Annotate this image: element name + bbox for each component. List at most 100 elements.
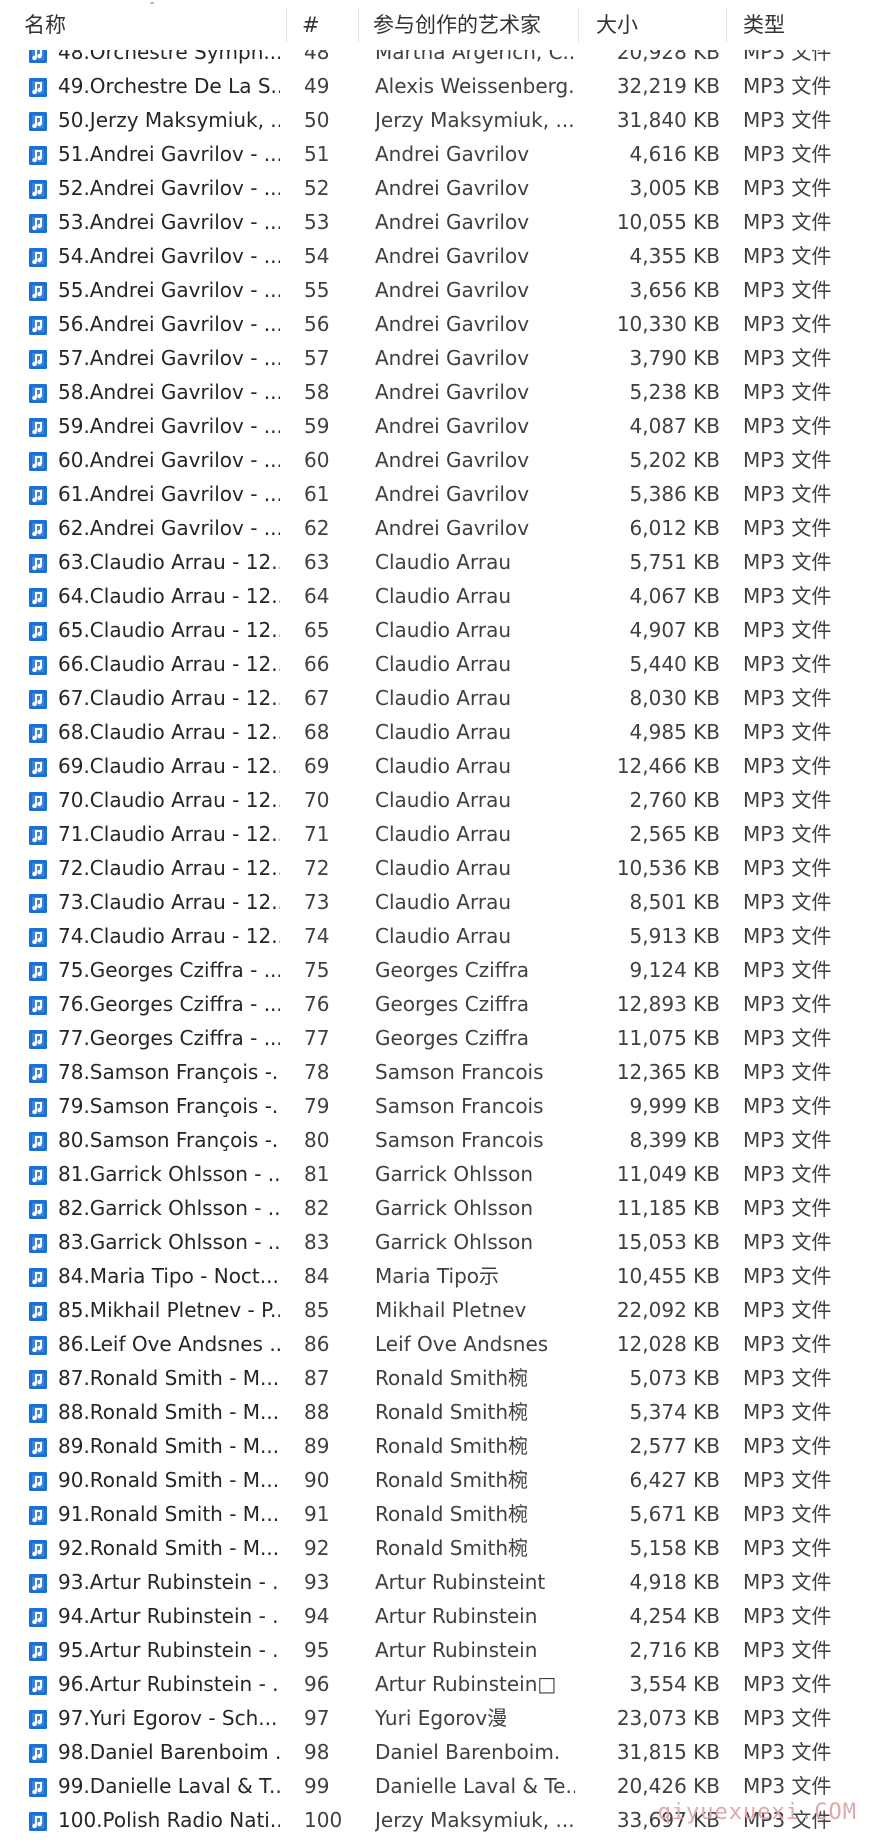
file-name: 56.Andrei Gavrilov - ... bbox=[58, 312, 280, 336]
file-name: 49.Orchestre De La S... bbox=[58, 74, 280, 98]
file-type: MP3 文件 bbox=[743, 924, 832, 948]
track-number: 65 bbox=[304, 618, 330, 642]
file-name: 52.Andrei Gavrilov - ... bbox=[58, 176, 280, 200]
table-row[interactable]: 71.Claudio Arrau - 12... 71 Claudio Arrau 2… bbox=[0, 817, 893, 851]
artist-name: Samson Francois bbox=[375, 1128, 544, 1152]
table-row[interactable]: 51.Andrei Gavrilov - ... 51 Andrei Gavrilo… bbox=[0, 137, 893, 171]
table-row[interactable]: 91.Ronald Smith - M... 91 Ronald Smith椀 5,6… bbox=[0, 1497, 893, 1531]
table-row[interactable]: 78.Samson François -... 78 Samson Francois… bbox=[0, 1055, 893, 1089]
table-row[interactable]: 73.Claudio Arrau - 12... 73 Claudio Arrau 8… bbox=[0, 885, 893, 919]
track-number: 66 bbox=[304, 652, 330, 676]
table-row[interactable]: 80.Samson François -... 80 Samson Francois… bbox=[0, 1123, 893, 1157]
table-row[interactable]: 60.Andrei Gavrilov - ... 60 Andrei Gavrilo… bbox=[0, 443, 893, 477]
table-row[interactable]: 63.Claudio Arrau - 12... 63 Claudio Arrau 5… bbox=[0, 545, 893, 579]
track-number: 92 bbox=[304, 1536, 330, 1560]
table-row[interactable]: 68.Claudio Arrau - 12... 68 Claudio Arrau 4… bbox=[0, 715, 893, 749]
table-row[interactable]: 83.Garrick Ohlsson - ... 83 Garrick Ohlsso… bbox=[0, 1225, 893, 1259]
table-row[interactable]: 77.Georges Cziffra - ... 77 Georges Cziffr… bbox=[0, 1021, 893, 1055]
file-size: 5,374 KB bbox=[629, 1400, 720, 1424]
file-type: MP3 文件 bbox=[743, 278, 832, 302]
table-row[interactable]: 61.Andrei Gavrilov - ... 61 Andrei Gavrilo… bbox=[0, 477, 893, 511]
table-row[interactable]: 87.Ronald Smith - M... 87 Ronald Smith椀 5,0… bbox=[0, 1361, 893, 1395]
file-size: 10,455 KB bbox=[616, 1264, 720, 1288]
track-number: 77 bbox=[304, 1026, 330, 1050]
column-header-type[interactable]: 类型 bbox=[743, 0, 785, 50]
table-row[interactable]: 81.Garrick Ohlsson - ... 81 Garrick Ohlsso… bbox=[0, 1157, 893, 1191]
artist-name: Garrick Ohlsson bbox=[375, 1196, 534, 1220]
column-divider[interactable] bbox=[358, 8, 359, 42]
column-header-name[interactable]: 名称 bbox=[24, 0, 66, 50]
table-row[interactable]: 69.Claudio Arrau - 12... 69 Claudio Arrau 1… bbox=[0, 749, 893, 783]
table-row[interactable]: 86.Leif Ove Andsnes ... 86 Leif Ove Andsne… bbox=[0, 1327, 893, 1361]
file-size: 4,355 KB bbox=[629, 244, 720, 268]
table-row[interactable]: 82.Garrick Ohlsson - ... 82 Garrick Ohlsso… bbox=[0, 1191, 893, 1225]
audio-file-icon bbox=[28, 791, 48, 812]
table-row[interactable]: 76.Georges Cziffra - ... 76 Georges Cziffr… bbox=[0, 987, 893, 1021]
table-row[interactable]: 67.Claudio Arrau - 12... 67 Claudio Arrau 8… bbox=[0, 681, 893, 715]
table-row[interactable]: 92.Ronald Smith - M... 92 Ronald Smith椀 5,1… bbox=[0, 1531, 893, 1565]
artist-name: Artur Rubinstein bbox=[375, 1604, 538, 1628]
table-row[interactable]: 90.Ronald Smith - M... 90 Ronald Smith椀 6,4… bbox=[0, 1463, 893, 1497]
table-row[interactable]: 79.Samson François -... 79 Samson Francois… bbox=[0, 1089, 893, 1123]
table-row[interactable]: 96.Artur Rubinstein - ... 96 Artur Rubinst… bbox=[0, 1667, 893, 1701]
table-row[interactable]: 89.Ronald Smith - M... 89 Ronald Smith椀 2,5… bbox=[0, 1429, 893, 1463]
file-type: MP3 文件 bbox=[743, 142, 832, 166]
audio-file-icon bbox=[28, 1369, 48, 1390]
table-row[interactable]: 70.Claudio Arrau - 12... 70 Claudio Arrau 2… bbox=[0, 783, 893, 817]
table-row[interactable]: 72.Claudio Arrau - 12... 72 Claudio Arrau 1… bbox=[0, 851, 893, 885]
column-header-artist[interactable]: 参与创作的艺术家 bbox=[373, 0, 541, 50]
column-header-size[interactable]: 大小 bbox=[596, 0, 638, 50]
table-row[interactable]: 74.Claudio Arrau - 12... 74 Claudio Arrau 5… bbox=[0, 919, 893, 953]
table-row[interactable]: 62.Andrei Gavrilov - ... 62 Andrei Gavrilo… bbox=[0, 511, 893, 545]
file-size: 9,124 KB bbox=[629, 958, 720, 982]
table-row[interactable]: 94.Artur Rubinstein - ... 94 Artur Rubinst… bbox=[0, 1599, 893, 1633]
table-row[interactable]: 97.Yuri Egorov - Sch... 97 Yuri Egorov漫 23,… bbox=[0, 1701, 893, 1735]
table-row[interactable]: 59.Andrei Gavrilov - ... 59 Andrei Gavrilo… bbox=[0, 409, 893, 443]
file-size: 20,426 KB bbox=[616, 1774, 720, 1798]
table-row[interactable]: 66.Claudio Arrau - 12... 66 Claudio Arrau 5… bbox=[0, 647, 893, 681]
table-row[interactable]: 84.Maria Tipo - Noct... 84 Maria Tipo示 10,4… bbox=[0, 1259, 893, 1293]
column-header-number[interactable]: # bbox=[302, 0, 320, 50]
file-type: MP3 文件 bbox=[743, 1502, 832, 1526]
table-row[interactable]: 53.Andrei Gavrilov - ... 53 Andrei Gavrilo… bbox=[0, 205, 893, 239]
file-size: 11,185 KB bbox=[616, 1196, 720, 1220]
column-divider[interactable] bbox=[726, 8, 727, 42]
table-row[interactable]: 64.Claudio Arrau - 12... 64 Claudio Arrau 4… bbox=[0, 579, 893, 613]
file-type: MP3 文件 bbox=[743, 788, 832, 812]
file-name: 99.Danielle Laval & T... bbox=[58, 1774, 280, 1798]
table-row[interactable]: 57.Andrei Gavrilov - ... 57 Andrei Gavrilo… bbox=[0, 341, 893, 375]
table-row[interactable]: 65.Claudio Arrau - 12... 65 Claudio Arrau 4… bbox=[0, 613, 893, 647]
artist-name: Samson Francois bbox=[375, 1060, 544, 1084]
audio-file-icon bbox=[28, 111, 48, 132]
column-divider[interactable] bbox=[286, 8, 287, 42]
table-row[interactable]: 75.Georges Cziffra - ... 75 Georges Cziffr… bbox=[0, 953, 893, 987]
file-type: MP3 文件 bbox=[743, 516, 832, 540]
column-divider[interactable] bbox=[578, 8, 579, 42]
table-row[interactable]: 58.Andrei Gavrilov - ... 58 Andrei Gavrilo… bbox=[0, 375, 893, 409]
table-row[interactable]: 56.Andrei Gavrilov - ... 56 Andrei Gavrilo… bbox=[0, 307, 893, 341]
file-type: MP3 文件 bbox=[743, 618, 832, 642]
table-row[interactable]: 98.Daniel Barenboim ... 98 Daniel Barenboi… bbox=[0, 1735, 893, 1769]
file-size: 3,656 KB bbox=[629, 278, 720, 302]
table-row[interactable]: 55.Andrei Gavrilov - ... 55 Andrei Gavrilo… bbox=[0, 273, 893, 307]
artist-name: Andrei Gavrilov bbox=[375, 516, 530, 540]
table-row[interactable]: 85.Mikhail Pletnev - P... 85 Mikhail Pletn… bbox=[0, 1293, 893, 1327]
artist-name: Garrick Ohlsson bbox=[375, 1162, 534, 1186]
track-number: 58 bbox=[304, 380, 330, 404]
table-row[interactable]: 88.Ronald Smith - M... 88 Ronald Smith椀 5,3… bbox=[0, 1395, 893, 1429]
table-row[interactable]: 52.Andrei Gavrilov - ... 52 Andrei Gavrilo… bbox=[0, 171, 893, 205]
track-number: 98 bbox=[304, 1740, 330, 1764]
table-row[interactable]: 93.Artur Rubinstein - ... 93 Artur Rubinst… bbox=[0, 1565, 893, 1599]
file-type: MP3 文件 bbox=[743, 210, 832, 234]
table-row[interactable]: 95.Artur Rubinstein - ... 95 Artur Rubinst… bbox=[0, 1633, 893, 1667]
file-name: 68.Claudio Arrau - 12... bbox=[58, 720, 280, 744]
table-row[interactable]: 49.Orchestre De La S... 49 Alexis Weissenb… bbox=[0, 69, 893, 103]
table-row[interactable]: 99.Danielle Laval & T... 99 Danielle Laval… bbox=[0, 1769, 893, 1803]
file-type: MP3 文件 bbox=[743, 74, 832, 98]
audio-file-icon bbox=[28, 1131, 48, 1152]
file-name: 84.Maria Tipo - Noct... bbox=[58, 1264, 279, 1288]
table-row[interactable]: 54.Andrei Gavrilov - ... 54 Andrei Gavrilo… bbox=[0, 239, 893, 273]
table-row[interactable]: 50.Jerzy Maksymiuk, ... 50 Jerzy Maksymiuk… bbox=[0, 103, 893, 137]
file-size: 2,716 KB bbox=[629, 1638, 720, 1662]
file-size: 9,999 KB bbox=[629, 1094, 720, 1118]
